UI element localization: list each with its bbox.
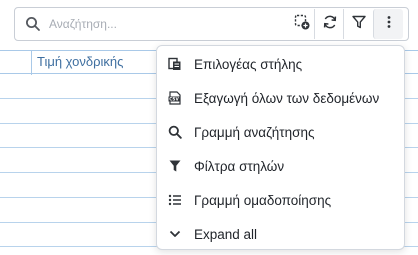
- column-separator: [31, 51, 32, 75]
- column-header-wholesale-price[interactable]: Τιμή χονδρικής: [37, 54, 123, 69]
- list-icon: [167, 192, 183, 208]
- more-options-button[interactable]: [373, 9, 403, 39]
- chevron-down-icon: [167, 226, 183, 242]
- menu-item-label: Φίλτρα στηλών: [194, 158, 285, 174]
- menu-item-column-chooser[interactable]: Επιλογέας στήλης: [157, 47, 406, 81]
- filter-button[interactable]: [343, 9, 373, 39]
- add-filter-button[interactable]: [287, 9, 317, 39]
- toolbar: [0, 0, 418, 48]
- search-icon: [167, 124, 183, 140]
- search-input[interactable]: [49, 14, 249, 34]
- menu-item-label: Γραμμή ομαδοποίησης: [194, 192, 332, 208]
- menu-item-search-bar[interactable]: Γραμμή αναζήτησης: [157, 115, 406, 149]
- menu-item-export-all[interactable]: CSV Εξαγωγή όλων των δεδομένων: [157, 81, 406, 115]
- menu-item-column-filters[interactable]: Φίλτρα στηλών: [157, 149, 406, 183]
- filter-funnel-icon: [167, 158, 183, 174]
- svg-text:CSV: CSV: [169, 97, 179, 102]
- menu-item-group-bar[interactable]: Γραμμή ομαδοποίησης: [157, 183, 406, 217]
- more-vertical-icon: [381, 14, 397, 35]
- menu-item-label: Γραμμή αναζήτησης: [194, 124, 315, 140]
- refresh-button[interactable]: [314, 9, 344, 39]
- refresh-icon: [322, 14, 338, 35]
- search-icon: [25, 16, 41, 32]
- column-chooser-icon: [167, 56, 183, 72]
- options-menu: Επιλογέας στήλης CSV Εξαγωγή όλων των δε…: [156, 45, 405, 250]
- menu-item-expand-all[interactable]: Expand all: [157, 217, 406, 251]
- csv-export-icon: CSV: [167, 90, 183, 106]
- menu-item-label: Εξαγωγή όλων των δεδομένων: [194, 90, 380, 106]
- menu-item-label: Επιλογέας στήλης: [194, 56, 303, 72]
- menu-item-label: Expand all: [194, 226, 258, 242]
- filter-icon: [351, 14, 367, 35]
- add-filter-icon: [293, 13, 311, 36]
